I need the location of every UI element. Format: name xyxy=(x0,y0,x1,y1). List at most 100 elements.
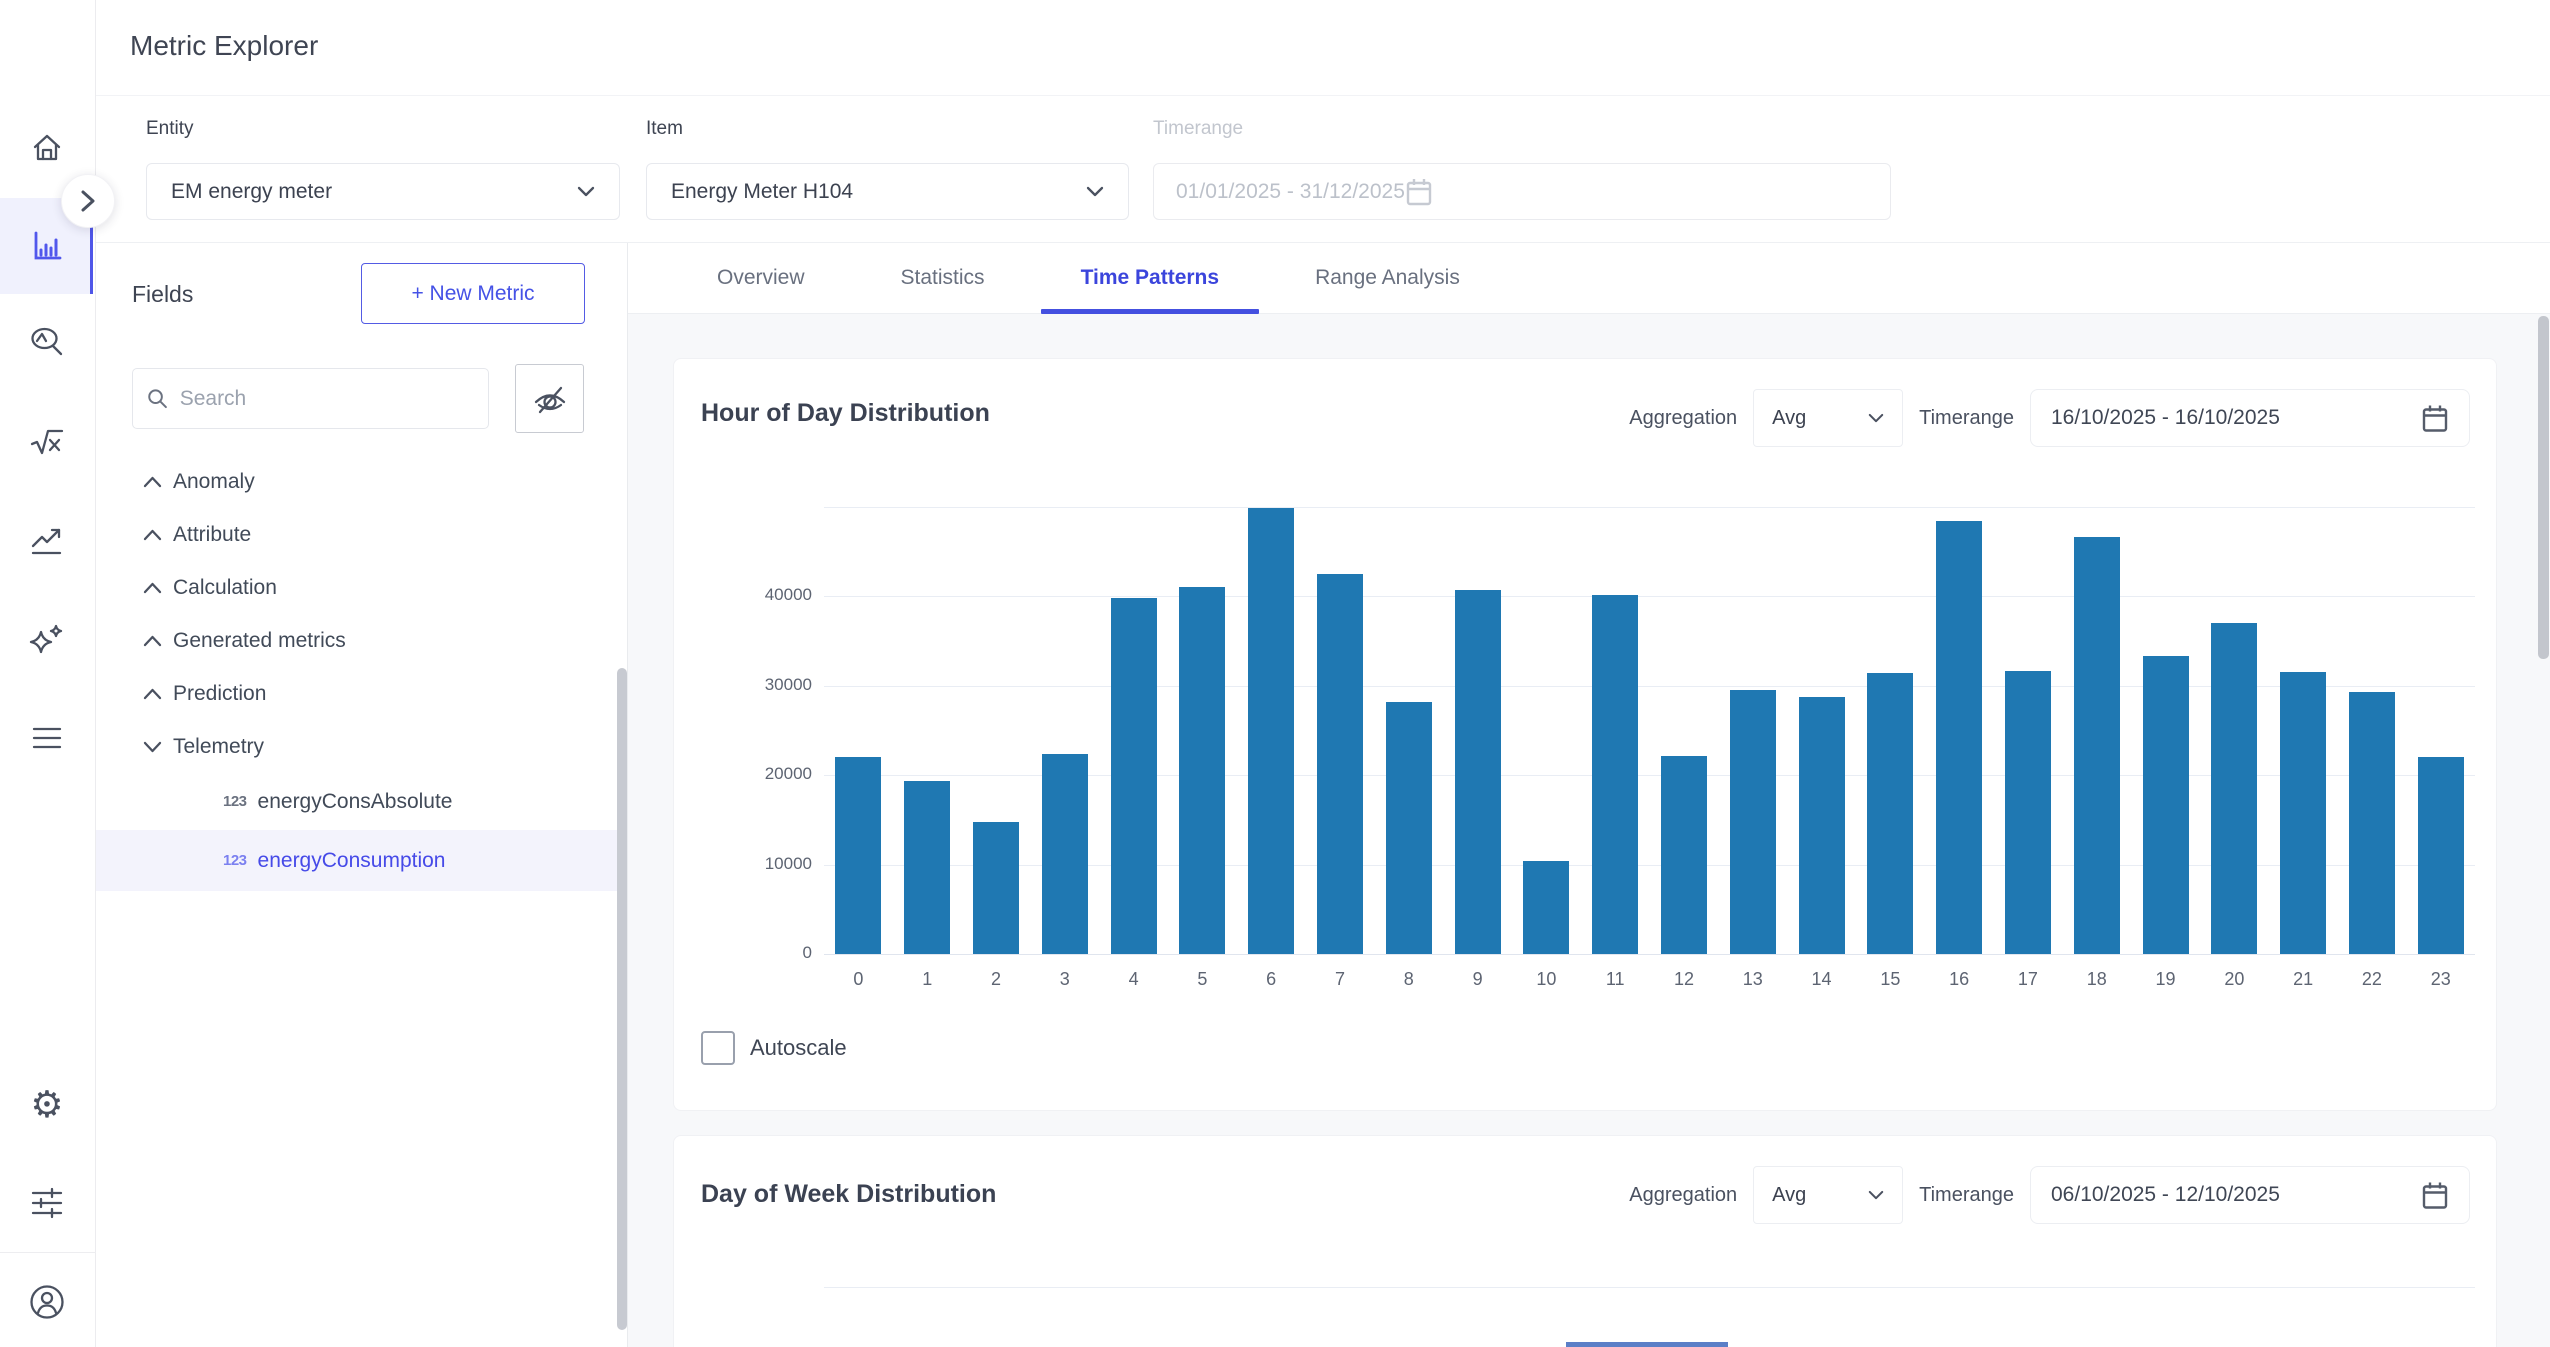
x-tick-5: 5 xyxy=(1168,969,1237,990)
tree-section-calculation[interactable]: Calculation xyxy=(96,561,627,614)
nav-ai-button[interactable] xyxy=(0,613,94,669)
x-tick-11: 11 xyxy=(1581,969,1650,990)
x-tick-3: 3 xyxy=(1030,969,1099,990)
home-icon xyxy=(29,131,65,165)
item-select[interactable]: Energy Meter H104 xyxy=(646,163,1129,220)
entity-select[interactable]: EM energy meter xyxy=(146,163,620,220)
chevron-down-icon xyxy=(1086,186,1104,198)
bar-hour-5 xyxy=(1179,587,1225,954)
nav-formula-button[interactable] xyxy=(0,414,94,470)
autoscale-control[interactable]: Autoscale xyxy=(701,1031,847,1065)
trend-line-icon xyxy=(29,522,65,558)
nav-anomaly-button[interactable] xyxy=(0,315,94,371)
tab-range-analysis[interactable]: Range Analysis xyxy=(1287,243,1488,314)
bar-hour-2 xyxy=(973,822,1019,954)
app-header: Metric Explorer xyxy=(96,0,2550,96)
hour-bar-chart xyxy=(824,507,2475,954)
tab-overview[interactable]: Overview xyxy=(689,243,833,314)
entity-select-value: EM energy meter xyxy=(171,180,577,204)
nav-home-button[interactable] xyxy=(0,120,94,176)
field-search[interactable] xyxy=(132,368,489,429)
timerange-label: Timerange xyxy=(1919,407,2014,430)
tree-section-anomaly[interactable]: Anomaly xyxy=(96,455,627,508)
x-tick-18: 18 xyxy=(2062,969,2131,990)
tree-section-prediction[interactable]: Prediction xyxy=(96,667,627,720)
hour-timerange-input[interactable]: 16/10/2025 - 16/10/2025 xyxy=(2030,389,2470,447)
nav-settings-button[interactable]: ⚙ xyxy=(0,1076,94,1132)
chevron-up-icon xyxy=(143,582,173,594)
x-tick-6: 6 xyxy=(1237,969,1306,990)
chevron-up-icon xyxy=(143,688,173,700)
nav-trend-button[interactable] xyxy=(0,512,94,568)
day-aggregation-select[interactable]: Avg xyxy=(1753,1166,1903,1224)
x-tick-17: 17 xyxy=(1994,969,2063,990)
chevron-up-icon xyxy=(143,529,173,541)
bar-hour-1 xyxy=(904,781,950,954)
hour-of-day-card: Hour of Day Distribution Aggregation Avg… xyxy=(673,358,2497,1111)
numeric-field-icon: 123 xyxy=(223,852,247,869)
sidebar-expand-button[interactable] xyxy=(61,174,115,228)
chevron-up-icon xyxy=(143,476,173,488)
page-title: Metric Explorer xyxy=(130,30,318,62)
chevron-down-icon xyxy=(143,741,173,753)
bar-hour-22 xyxy=(2349,692,2395,954)
nav-account-button[interactable] xyxy=(0,1274,94,1330)
hour-aggregation-select[interactable]: Avg xyxy=(1753,389,1903,447)
nav-preferences-button[interactable] xyxy=(0,1175,94,1231)
x-tick-22: 22 xyxy=(2338,969,2407,990)
x-tick-10: 10 xyxy=(1512,969,1581,990)
autoscale-checkbox[interactable] xyxy=(701,1031,735,1065)
nav-menu-button[interactable] xyxy=(0,710,94,766)
tab-bar: Overview Statistics Time Patterns Range Ana… xyxy=(628,243,2550,314)
toggle-hidden-fields-button[interactable] xyxy=(515,364,584,433)
new-metric-button[interactable]: + New Metric xyxy=(361,263,585,324)
tab-time-patterns[interactable]: Time Patterns xyxy=(1053,243,1248,314)
tab-statistics[interactable]: Statistics xyxy=(873,243,1013,314)
bar-hour-6 xyxy=(1248,508,1294,954)
page-scrollbar[interactable] xyxy=(2538,316,2549,659)
search-icon xyxy=(147,387,168,410)
chevron-down-icon xyxy=(577,186,595,198)
bar-hour-14 xyxy=(1799,697,1845,954)
tree-section-telemetry[interactable]: Telemetry xyxy=(96,720,627,773)
x-tick-9: 9 xyxy=(1443,969,1512,990)
day-of-week-card: Day of Week Distribution Aggregation Avg… xyxy=(673,1135,2497,1347)
bar-hour-15 xyxy=(1867,673,1913,954)
hour-card-title: Hour of Day Distribution xyxy=(701,399,990,428)
tree-section-label: Attribute xyxy=(173,523,251,547)
day-chart-partial-bar xyxy=(1566,1342,1728,1347)
gear-icon: ⚙ xyxy=(30,1086,63,1123)
chevron-down-icon xyxy=(1868,1190,1884,1201)
tree-item-energyConsumption[interactable]: 123 energyConsumption xyxy=(96,830,627,891)
tree-item-label: energyConsumption xyxy=(258,849,446,873)
y-tick-30000: 30000 xyxy=(732,675,812,695)
fields-tree: Anomaly Attribute CalculationGenerated met… xyxy=(96,455,627,891)
bar-hour-7 xyxy=(1317,574,1363,954)
tree-section-label: Telemetry xyxy=(173,735,264,759)
tree-item-energyConsAbsolute[interactable]: 123energyConsAbsolute xyxy=(96,773,627,830)
tree-section-attribute[interactable]: Attribute xyxy=(96,508,627,561)
tree-section-label: Anomaly xyxy=(173,470,255,494)
calendar-icon xyxy=(2421,1180,2449,1211)
tree-section-generated-metrics[interactable]: Generated metrics xyxy=(96,614,627,667)
hour-chart-x-axis: 01234567891011121314151617181920212223 xyxy=(824,969,2475,990)
bar-hour-3 xyxy=(1042,754,1088,954)
fields-panel-scrollbar[interactable] xyxy=(617,668,627,1330)
aggregation-label: Aggregation xyxy=(1629,1184,1737,1207)
timerange-value: 01/01/2025 - 31/12/2025 xyxy=(1176,180,1405,204)
main-content: Overview Statistics Time Patterns Range Ana… xyxy=(628,243,2550,1347)
rail-divider xyxy=(0,1252,96,1253)
x-tick-0: 0 xyxy=(824,969,893,990)
bar-hour-21 xyxy=(2280,672,2326,954)
item-select-value: Energy Meter H104 xyxy=(671,180,1086,204)
x-tick-19: 19 xyxy=(2131,969,2200,990)
y-tick-0: 0 xyxy=(732,943,812,963)
bar-hour-19 xyxy=(2143,656,2189,954)
timerange-label: Timerange xyxy=(1153,118,1243,140)
day-aggregation-value: Avg xyxy=(1772,1184,1868,1207)
y-tick-20000: 20000 xyxy=(732,764,812,784)
sparkles-icon xyxy=(28,623,66,659)
timerange-input[interactable]: 01/01/2025 - 31/12/2025 xyxy=(1153,163,1891,220)
day-timerange-input[interactable]: 06/10/2025 - 12/10/2025 xyxy=(2030,1166,2470,1224)
search-input[interactable] xyxy=(180,387,474,411)
